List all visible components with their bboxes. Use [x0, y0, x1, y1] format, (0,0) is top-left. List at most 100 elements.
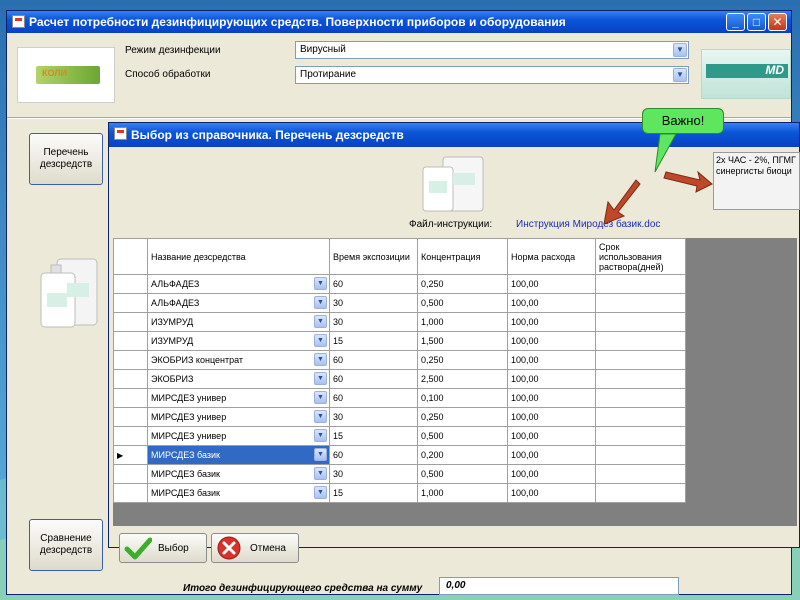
close-button[interactable]: ✕: [768, 13, 787, 31]
cell-term[interactable]: [595, 483, 686, 503]
chevron-down-icon[interactable]: ▼: [314, 391, 327, 404]
row-header[interactable]: [113, 426, 148, 446]
cell-name[interactable]: МИРСДЕЗ универ ▼: [147, 407, 330, 427]
cell-norm[interactable]: 100,00: [507, 407, 596, 427]
chevron-down-icon[interactable]: ▼: [314, 429, 327, 442]
cell-time[interactable]: 60: [329, 274, 418, 294]
cell-name[interactable]: ЭКОБРИЗ концентрат ▼: [147, 350, 330, 370]
cell-name[interactable]: МИРСДЕЗ базик ▼: [147, 445, 330, 465]
table-row[interactable]: АЛЬФАДЕЗ ▼ 30 0,500 100,00: [113, 293, 686, 313]
table-row[interactable]: МИРСДЕЗ базик ▼ 30 0,500 100,00: [113, 464, 686, 484]
cell-time[interactable]: 30: [329, 293, 418, 313]
cell-norm[interactable]: 100,00: [507, 293, 596, 313]
cell-norm[interactable]: 100,00: [507, 274, 596, 294]
cell-time[interactable]: 30: [329, 464, 418, 484]
cell-concentration[interactable]: 0,500: [417, 426, 508, 446]
cell-concentration[interactable]: 1,000: [417, 312, 508, 332]
cell-term[interactable]: [595, 464, 686, 484]
cell-name[interactable]: АЛЬФАДЕЗ ▼: [147, 293, 330, 313]
table-row[interactable]: МИРСДЕЗ универ ▼ 30 0,250 100,00: [113, 407, 686, 427]
cell-norm[interactable]: 100,00: [507, 331, 596, 351]
instruction-file-link[interactable]: Инструкция Миродез базик.doc: [516, 219, 660, 230]
chevron-down-icon[interactable]: ▼: [314, 296, 327, 309]
cell-name[interactable]: МИРСДЕЗ базик ▼: [147, 483, 330, 503]
cell-concentration[interactable]: 0,100: [417, 388, 508, 408]
cell-concentration[interactable]: 1,500: [417, 331, 508, 351]
table-row[interactable]: ИЗУМРУД ▼ 30 1,000 100,00: [113, 312, 686, 332]
column-header-name[interactable]: Название дезсредства: [147, 238, 330, 275]
row-header[interactable]: [113, 483, 148, 503]
row-header[interactable]: [113, 293, 148, 313]
cell-norm[interactable]: 100,00: [507, 369, 596, 389]
cell-term[interactable]: [595, 426, 686, 446]
chevron-down-icon[interactable]: ▼: [314, 410, 327, 423]
column-header-term[interactable]: Срок использования раствора(дней): [595, 238, 686, 275]
cell-term[interactable]: [595, 331, 686, 351]
column-header-time[interactable]: Время экспозиции: [329, 238, 418, 275]
table-row[interactable]: МИРСДЕЗ базик ▼ 15 1,000 100,00: [113, 483, 686, 503]
cell-name[interactable]: ЭКОБРИЗ ▼: [147, 369, 330, 389]
cell-term[interactable]: [595, 407, 686, 427]
cell-time[interactable]: 60: [329, 350, 418, 370]
row-header[interactable]: [113, 350, 148, 370]
row-header[interactable]: [113, 388, 148, 408]
cell-concentration[interactable]: 0,250: [417, 407, 508, 427]
chevron-down-icon[interactable]: ▼: [673, 43, 687, 57]
cell-concentration[interactable]: 0,500: [417, 293, 508, 313]
cell-time[interactable]: 30: [329, 312, 418, 332]
table-row[interactable]: ЭКОБРИЗ ▼ 60 2,500 100,00: [113, 369, 686, 389]
cell-time[interactable]: 15: [329, 483, 418, 503]
compare-disinfectants-button[interactable]: Сравнение дезсредств: [29, 519, 103, 571]
cell-time[interactable]: 60: [329, 388, 418, 408]
select-button[interactable]: Выбор: [119, 533, 207, 563]
chevron-down-icon[interactable]: ▼: [314, 277, 327, 290]
cell-concentration[interactable]: 0,200: [417, 445, 508, 465]
cell-norm[interactable]: 100,00: [507, 464, 596, 484]
cell-time[interactable]: 60: [329, 445, 418, 465]
row-header[interactable]: [113, 312, 148, 332]
cell-term[interactable]: [595, 312, 686, 332]
table-row[interactable]: ЭКОБРИЗ концентрат ▼ 60 0,250 100,00: [113, 350, 686, 370]
cell-norm[interactable]: 100,00: [507, 312, 596, 332]
cell-term[interactable]: [595, 350, 686, 370]
cell-concentration[interactable]: 0,500: [417, 464, 508, 484]
row-header[interactable]: ▶: [113, 445, 148, 465]
cancel-button[interactable]: Отмена: [211, 533, 299, 563]
cell-term[interactable]: [595, 293, 686, 313]
row-header[interactable]: [113, 464, 148, 484]
cell-norm[interactable]: 100,00: [507, 350, 596, 370]
chevron-down-icon[interactable]: ▼: [314, 448, 327, 461]
chevron-down-icon[interactable]: ▼: [314, 372, 327, 385]
cell-norm[interactable]: 100,00: [507, 445, 596, 465]
cell-concentration[interactable]: 0,250: [417, 350, 508, 370]
row-header[interactable]: [113, 331, 148, 351]
column-header-concentration[interactable]: Концентрация: [417, 238, 508, 275]
cell-time[interactable]: 15: [329, 331, 418, 351]
cell-concentration[interactable]: 2,500: [417, 369, 508, 389]
chevron-down-icon[interactable]: ▼: [314, 334, 327, 347]
cell-name[interactable]: АЛЬФАДЕЗ ▼: [147, 274, 330, 294]
cell-term[interactable]: [595, 445, 686, 465]
cell-norm[interactable]: 100,00: [507, 426, 596, 446]
cell-norm[interactable]: 100,00: [507, 388, 596, 408]
chevron-down-icon[interactable]: ▼: [314, 486, 327, 499]
table-row[interactable]: ▶ МИРСДЕЗ базик ▼ 60 0,200 100,00: [113, 445, 686, 465]
cell-term[interactable]: [595, 274, 686, 294]
table-row[interactable]: ИЗУМРУД ▼ 15 1,500 100,00: [113, 331, 686, 351]
table-row[interactable]: АЛЬФАДЕЗ ▼ 60 0,250 100,00: [113, 274, 686, 294]
chevron-down-icon[interactable]: ▼: [314, 467, 327, 480]
row-header[interactable]: [113, 274, 148, 294]
cell-name[interactable]: ИЗУМРУД ▼: [147, 312, 330, 332]
method-select[interactable]: Протирание ▼: [295, 66, 689, 84]
cell-norm[interactable]: 100,00: [507, 483, 596, 503]
table-row[interactable]: МИРСДЕЗ универ ▼ 60 0,100 100,00: [113, 388, 686, 408]
chevron-down-icon[interactable]: ▼: [314, 353, 327, 366]
cell-term[interactable]: [595, 369, 686, 389]
minimize-button[interactable]: _: [726, 13, 745, 31]
disinfectant-list-button[interactable]: Перечень дезсредств: [29, 133, 103, 185]
cell-time[interactable]: 15: [329, 426, 418, 446]
cell-name[interactable]: ИЗУМРУД ▼: [147, 331, 330, 351]
chevron-down-icon[interactable]: ▼: [314, 315, 327, 328]
cell-name[interactable]: МИРСДЕЗ универ ▼: [147, 388, 330, 408]
column-header-norm[interactable]: Норма расхода: [507, 238, 596, 275]
